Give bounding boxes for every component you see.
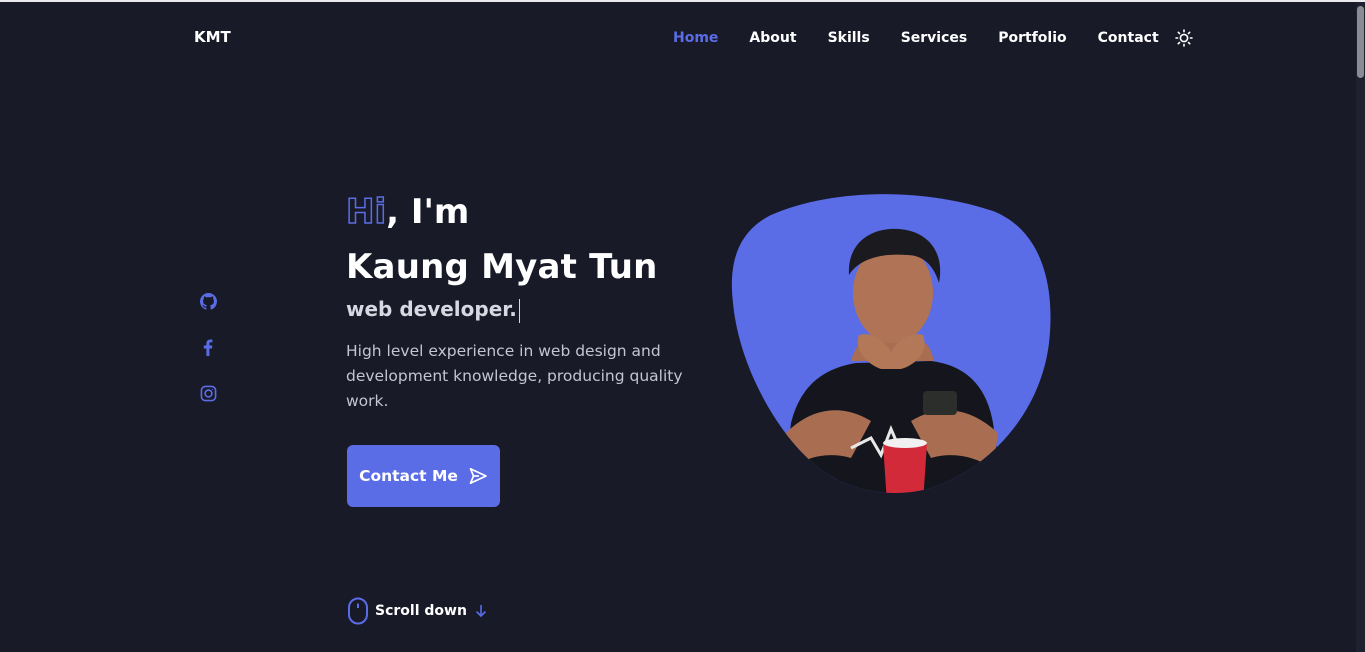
facebook-icon[interactable]: [199, 338, 217, 356]
role-text: web developer.: [346, 297, 517, 321]
scroll-down-link[interactable]: Scroll down: [347, 597, 487, 625]
sun-icon[interactable]: [1174, 29, 1193, 47]
page-scrollbar[interactable]: [1356, 2, 1365, 652]
typing-caret: [518, 298, 520, 323]
scrollbar-thumb[interactable]: [1357, 6, 1364, 78]
nav-item-about[interactable]: About: [749, 30, 796, 46]
nav-item-home[interactable]: Home: [673, 30, 718, 46]
arrow-down-icon: [476, 604, 486, 617]
nav-item-contact[interactable]: Contact: [1098, 30, 1159, 46]
nav-item-services[interactable]: Services: [901, 30, 968, 46]
logo[interactable]: KMT: [194, 28, 231, 46]
greeting-rest: , I'm: [386, 192, 470, 232]
hero-description: High level experience in web design and …: [346, 342, 683, 410]
greeting: Hi, I'm: [345, 191, 470, 233]
contact-me-label: Contact Me: [359, 467, 458, 485]
send-icon: [469, 467, 487, 485]
profile-photo: [731, 194, 1051, 493]
main-nav: Home About Skills Services Portfolio Con…: [673, 28, 1193, 48]
github-icon[interactable]: [199, 292, 217, 310]
hero-role: web developer.: [346, 297, 520, 323]
window-top-edge: [0, 0, 1365, 2]
instagram-icon[interactable]: [199, 384, 217, 402]
hero-name: Kaung Myat Tun: [346, 247, 658, 287]
greeting-accent: Hi: [345, 191, 387, 233]
nav-item-skills[interactable]: Skills: [828, 30, 870, 46]
nav-item-portfolio[interactable]: Portfolio: [998, 30, 1066, 46]
scroll-down-label: Scroll down: [375, 603, 467, 619]
mouse-icon: [348, 597, 368, 625]
contact-me-button[interactable]: Contact Me: [347, 445, 500, 507]
